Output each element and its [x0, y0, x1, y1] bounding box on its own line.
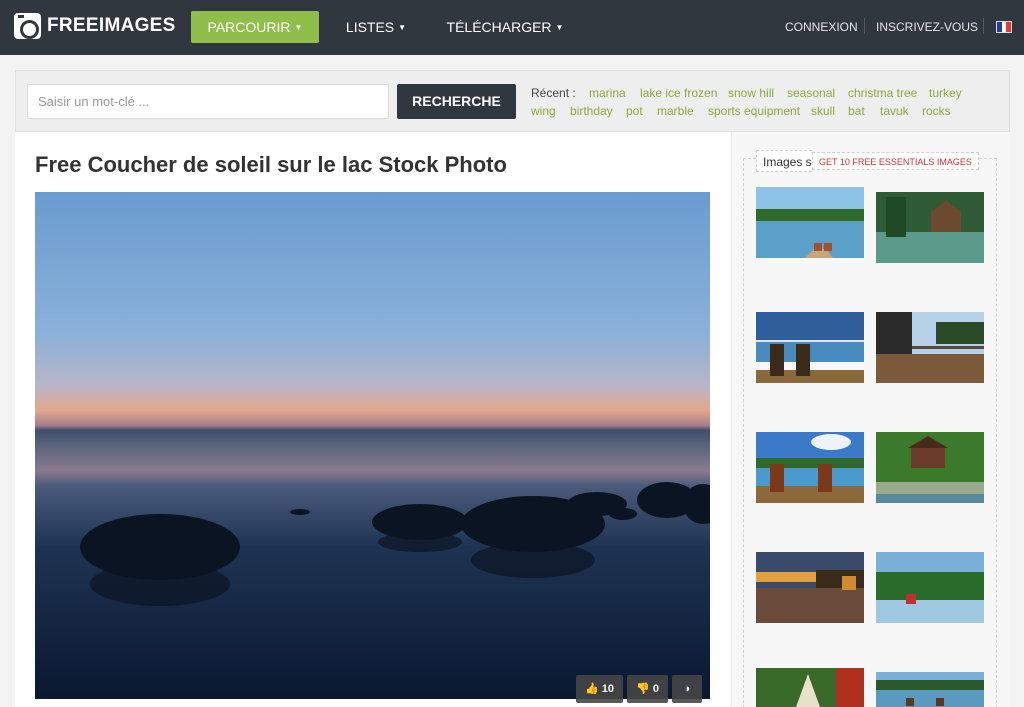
- nav-listes[interactable]: LISTES ▼: [336, 11, 416, 43]
- thumb-image: [876, 432, 984, 503]
- thumb-image: [876, 672, 984, 707]
- search-button[interactable]: RECHERCHE: [397, 84, 516, 119]
- main-photo[interactable]: [35, 192, 710, 699]
- thumbs-up-icon: 👍: [584, 683, 602, 695]
- login-link[interactable]: CONNEXION: [785, 20, 858, 34]
- thumb-image: [756, 552, 864, 623]
- recent-tag[interactable]: snow hill: [728, 86, 774, 100]
- similar-thumb[interactable]: [756, 552, 864, 623]
- logo-text: FREEIMAGES: [47, 15, 176, 36]
- recent-tag[interactable]: bat: [848, 104, 865, 118]
- recent-tag[interactable]: wing: [531, 104, 556, 118]
- recent-tag[interactable]: seasonal: [787, 86, 835, 100]
- caret-down-icon: ▼: [398, 23, 407, 33]
- recent-tag[interactable]: pot: [626, 104, 643, 118]
- similar-thumb[interactable]: [756, 312, 864, 383]
- divider: [983, 18, 984, 34]
- similar-thumb[interactable]: [876, 312, 984, 383]
- recent-tag[interactable]: turkey: [929, 86, 962, 100]
- dislike-count: 0: [652, 683, 659, 695]
- top-navbar: FREEIMAGES PARCOURIR ▼ LISTES ▼ TÉLÉCHARGE…: [0, 0, 1024, 55]
- thumb-image: [756, 312, 864, 383]
- recent-tag[interactable]: rocks: [922, 104, 951, 118]
- flag-stripe-red: [1006, 22, 1012, 32]
- similar-thumb[interactable]: [876, 192, 984, 263]
- nav-telecharger-label: TÉLÉCHARGER: [446, 19, 552, 35]
- similar-thumb[interactable]: [876, 552, 984, 623]
- caret-down-icon: ▼: [294, 23, 303, 33]
- caret-down-icon: ▼: [555, 23, 564, 33]
- contrast-icon: ◑: [683, 683, 691, 695]
- flag-france-icon[interactable]: [996, 21, 1012, 33]
- nav-listes-label: LISTES: [345, 19, 395, 35]
- like-button[interactable]: 👍 10: [576, 675, 623, 703]
- recent-tag[interactable]: lake ice frozen: [640, 86, 717, 100]
- register-link[interactable]: INSCRIVEZ-VOUS: [876, 20, 978, 34]
- recent-tag[interactable]: marina: [589, 86, 626, 100]
- divider: [864, 18, 865, 34]
- thumb-image: [756, 668, 864, 707]
- recent-tag[interactable]: sports equipment: [708, 104, 800, 118]
- similar-thumb[interactable]: [876, 672, 984, 707]
- thumb-image: [876, 312, 984, 383]
- dislike-button[interactable]: 👎 0: [627, 675, 668, 703]
- sunset-lake-image: [35, 192, 710, 699]
- recent-tag[interactable]: skull: [811, 104, 835, 118]
- like-count: 10: [601, 683, 614, 695]
- recent-tag[interactable]: birthday: [570, 104, 613, 118]
- camera-icon: [14, 13, 41, 39]
- nav-telecharger[interactable]: TÉLÉCHARGER ▼: [440, 11, 570, 43]
- similar-thumb[interactable]: [756, 432, 864, 503]
- nav-parcourir-label: PARCOURIR: [207, 19, 291, 35]
- thumb-image: [876, 552, 984, 623]
- thumb-image: [756, 187, 864, 258]
- thumb-image: [756, 432, 864, 503]
- search-input[interactable]: Saisir un mot-clé ...: [27, 84, 389, 119]
- similar-thumb[interactable]: [756, 187, 864, 258]
- thumb-image: [876, 192, 984, 263]
- page-title: Free Coucher de soleil sur le lac Stock …: [35, 152, 507, 177]
- recent-tag[interactable]: tavuk: [880, 104, 909, 118]
- thumbs-down-icon: 👎: [636, 683, 653, 695]
- recent-tag[interactable]: christma tree: [848, 86, 917, 100]
- similar-thumb[interactable]: [756, 668, 864, 707]
- recent-tag[interactable]: marble: [657, 104, 694, 118]
- site-logo[interactable]: FREEIMAGES: [14, 13, 176, 39]
- similar-images-title: Images similaires: [756, 150, 812, 172]
- similar-thumb[interactable]: [876, 432, 984, 503]
- promo-link[interactable]: GET 10 FREE ESSENTIALS IMAGES: [812, 152, 979, 170]
- nav-parcourir[interactable]: PARCOURIR ▼: [191, 11, 319, 43]
- contrast-button[interactable]: ◑: [672, 675, 702, 703]
- recent-label: Récent :: [531, 86, 576, 100]
